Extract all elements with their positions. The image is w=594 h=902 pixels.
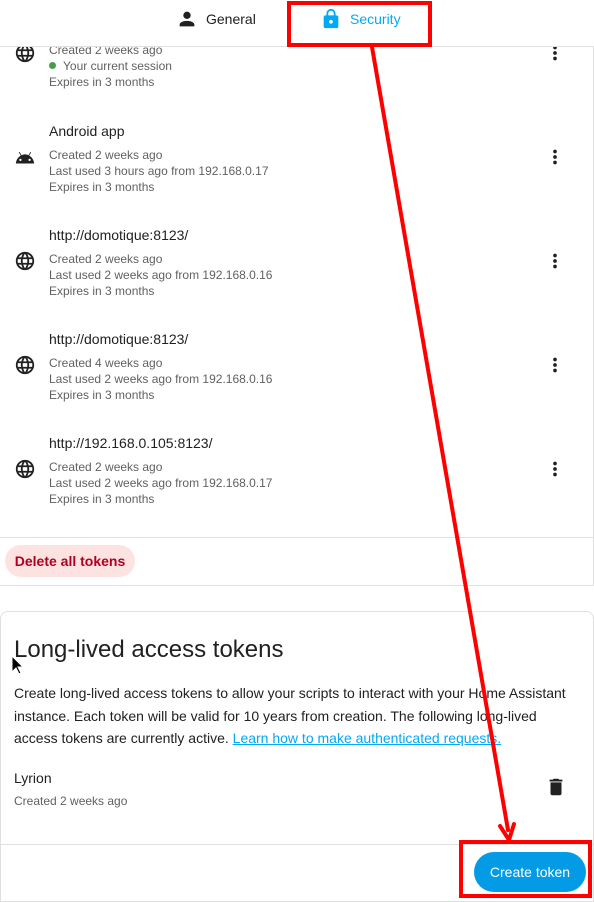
session-expires: Expires in 3 months bbox=[49, 180, 155, 194]
create-token-button[interactable]: Create token bbox=[474, 852, 586, 892]
session-title: http://domotique:8123/ bbox=[49, 227, 189, 243]
session-title: Android app bbox=[49, 123, 125, 139]
dots-vertical-icon bbox=[553, 357, 557, 373]
overflow-menu-button[interactable] bbox=[544, 146, 566, 168]
session-expires: Expires in 3 months bbox=[49, 492, 155, 506]
session-created: Created 2 weeks ago bbox=[49, 148, 163, 162]
session-created: Created 2 weeks ago bbox=[49, 252, 163, 266]
session-created: Created 2 weeks ago bbox=[49, 460, 163, 474]
session-current-indicator: Your current session bbox=[49, 59, 172, 73]
lock-icon bbox=[323, 8, 339, 29]
session-expires: Expires in 3 months bbox=[49, 388, 155, 402]
token-name: Lyrion bbox=[14, 770, 52, 786]
session-last-used: Last used 2 weeks ago from 192.168.0.16 bbox=[49, 268, 273, 282]
overflow-menu-button[interactable] bbox=[544, 354, 566, 376]
token-created: Created 2 weeks ago bbox=[14, 794, 128, 808]
session-last-used: Last used 3 hours ago from 192.168.0.17 bbox=[49, 164, 269, 178]
tab-bar: General Security bbox=[0, 0, 594, 47]
refresh-tokens-card: Created 2 weeks ago Your current session… bbox=[0, 43, 594, 586]
trash-icon bbox=[549, 778, 563, 796]
card-actions-divider bbox=[0, 537, 594, 538]
tab-general[interactable]: General bbox=[176, 0, 256, 38]
session-last-used: Last used 2 weeks ago from 192.168.0.17 bbox=[49, 476, 273, 490]
globe-icon bbox=[14, 458, 36, 480]
globe-icon bbox=[14, 250, 36, 272]
globe-icon bbox=[14, 354, 36, 376]
card-title: Long-lived access tokens bbox=[14, 636, 284, 663]
overflow-menu-button[interactable] bbox=[544, 458, 566, 480]
card-actions-divider bbox=[1, 844, 593, 845]
session-expires: Expires in 3 months bbox=[49, 284, 155, 298]
status-dot bbox=[49, 62, 56, 69]
dots-vertical-icon bbox=[553, 461, 557, 477]
mouse-cursor-icon bbox=[11, 655, 25, 675]
account-icon bbox=[179, 11, 195, 27]
session-created: Created 4 weeks ago bbox=[49, 356, 163, 370]
delete-token-button[interactable] bbox=[545, 776, 567, 798]
learn-more-link[interactable]: Learn how to make authenticated requests… bbox=[233, 730, 502, 746]
android-icon bbox=[14, 147, 36, 169]
delete-all-tokens-button[interactable]: Delete all tokens bbox=[5, 545, 135, 577]
session-title: http://192.168.0.105:8123/ bbox=[49, 435, 213, 451]
session-last-used: Last used 2 weeks ago from 192.168.0.16 bbox=[49, 372, 273, 386]
card-description: Create long-lived access tokens to allow… bbox=[14, 685, 566, 746]
tab-general-label: General bbox=[206, 11, 256, 27]
dots-vertical-icon bbox=[553, 253, 557, 269]
session-expires: Expires in 3 months bbox=[49, 75, 155, 89]
overflow-menu-button[interactable] bbox=[544, 250, 566, 272]
dots-vertical-icon bbox=[553, 149, 557, 165]
session-title: http://domotique:8123/ bbox=[49, 331, 189, 347]
tab-security-label: Security bbox=[350, 11, 401, 27]
tab-security[interactable]: Security bbox=[320, 0, 401, 38]
